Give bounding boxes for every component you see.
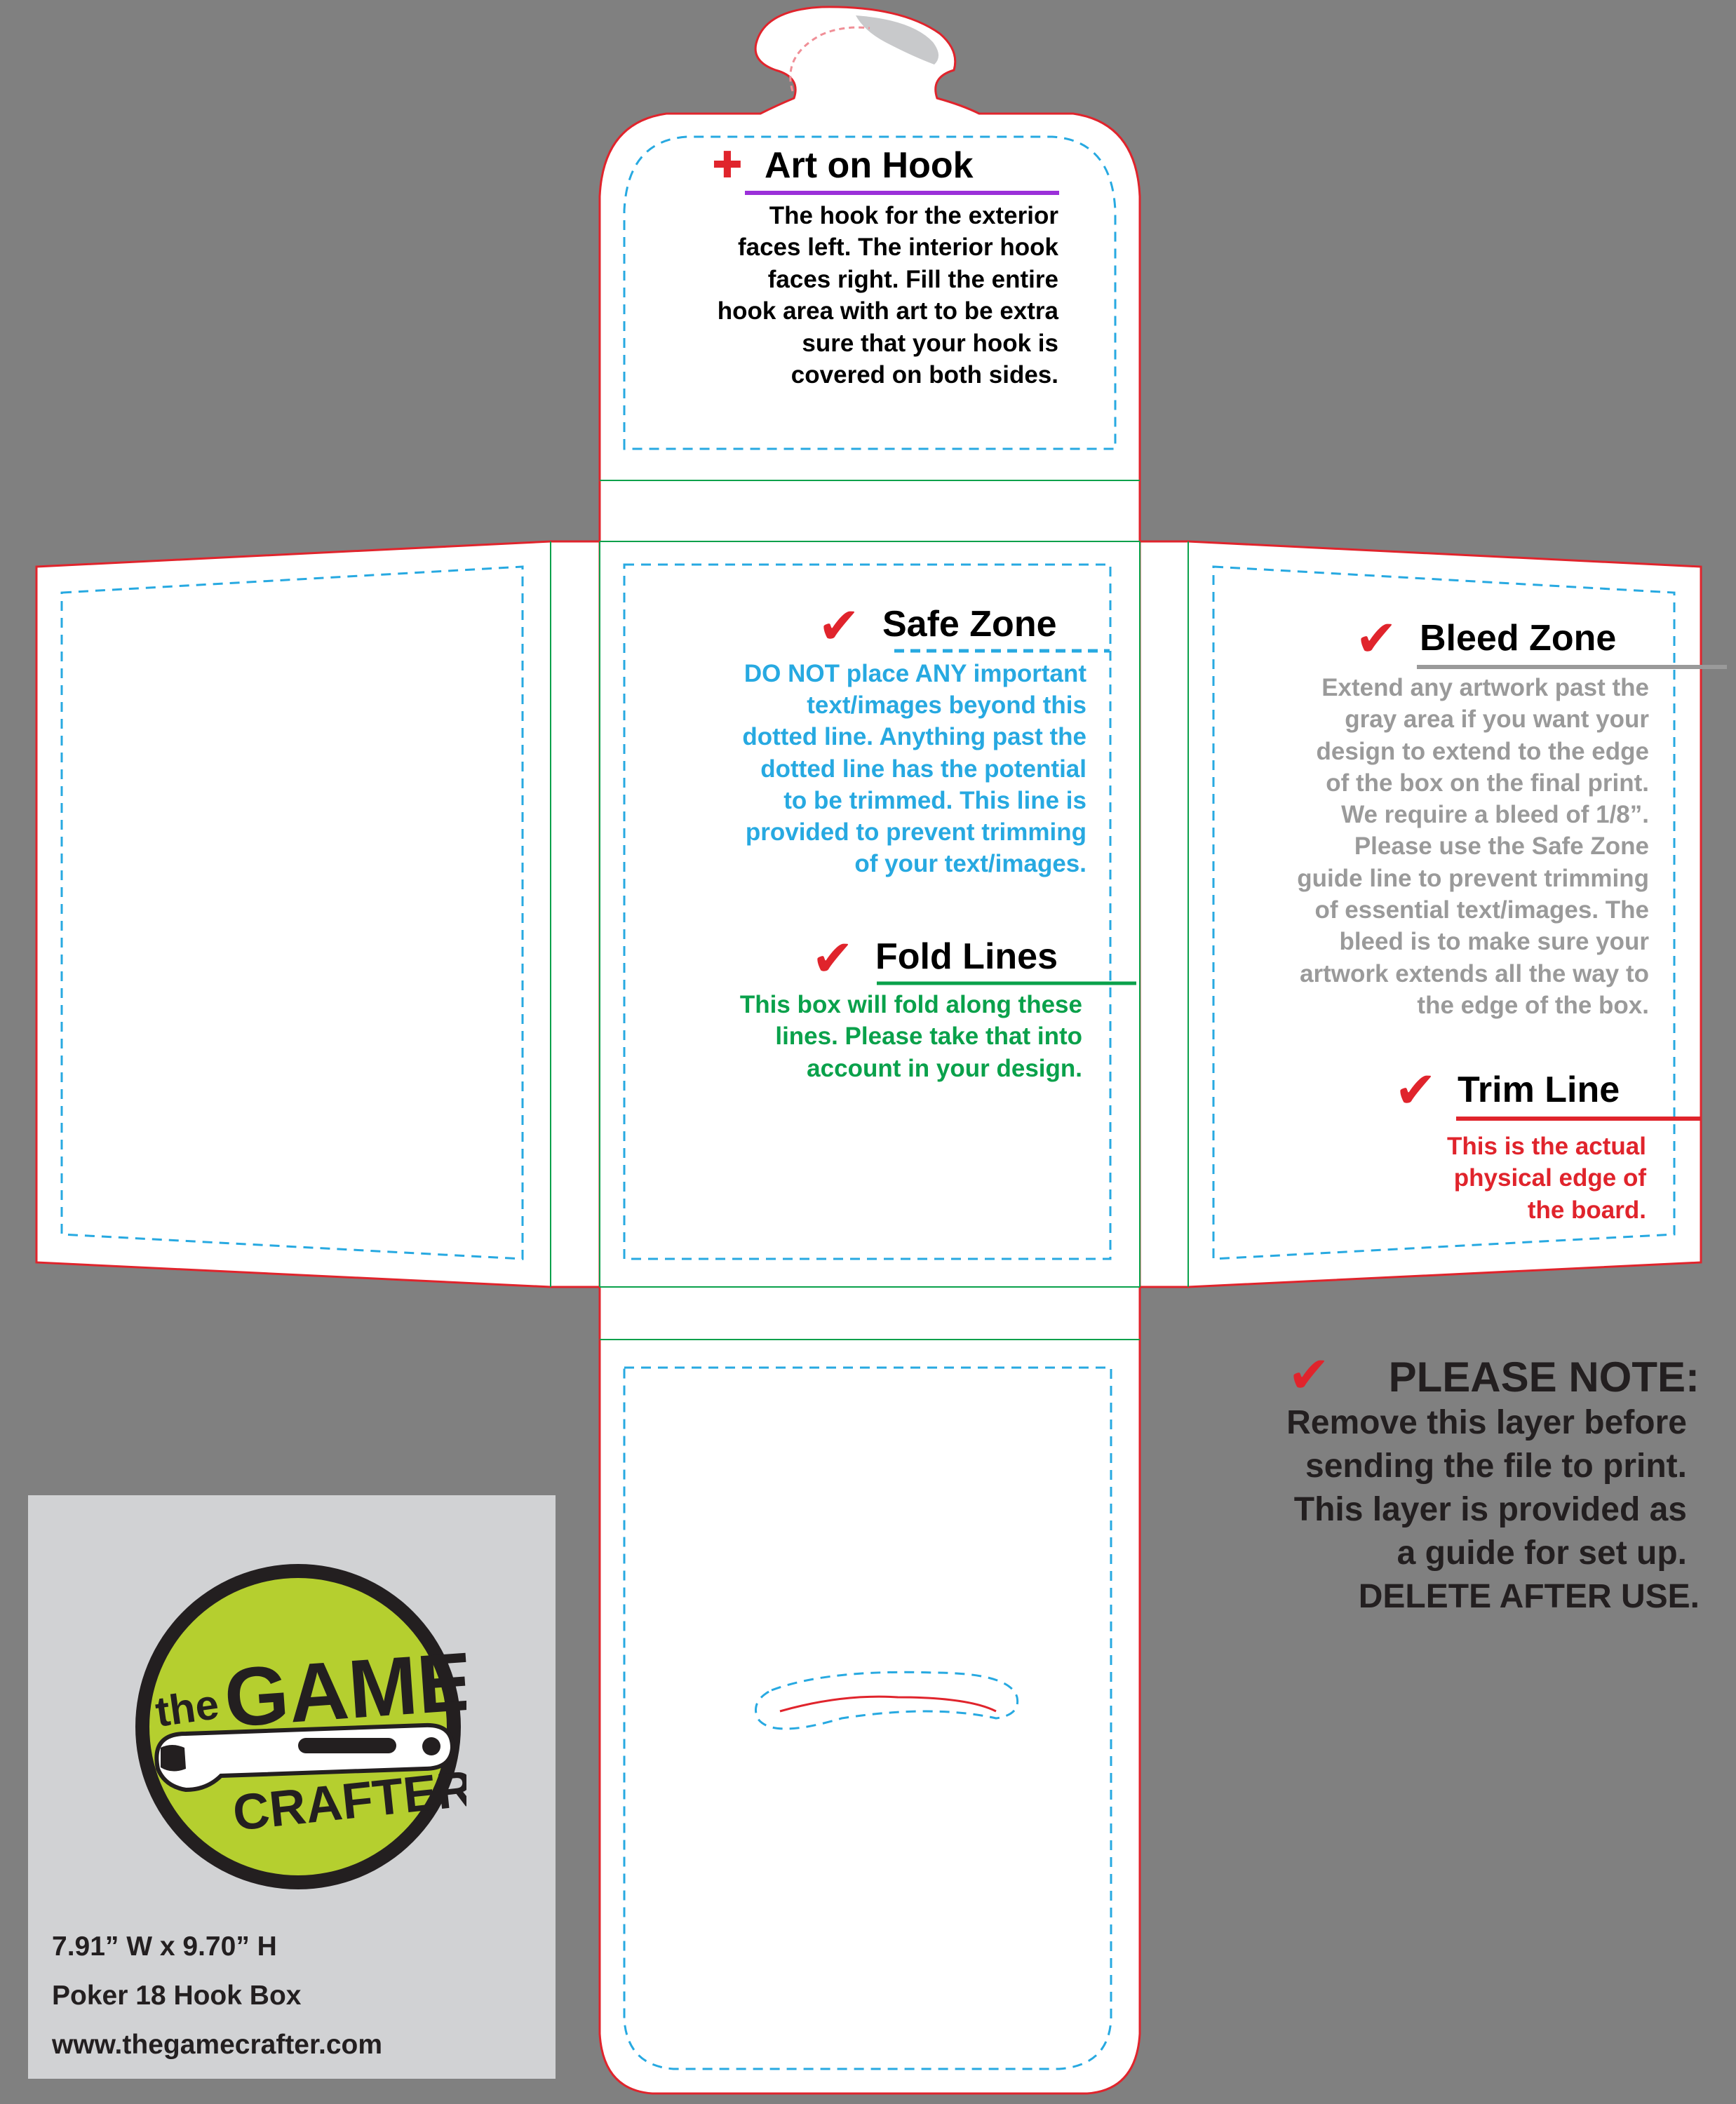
center-panel bbox=[600, 541, 1139, 1287]
product-dimensions: 7.91” W x 9.70” H bbox=[52, 1931, 277, 1962]
please-note-text: Remove this layer before sending the fil… bbox=[1286, 1404, 1700, 1615]
bleed-zone-title: Bleed Zone bbox=[1420, 618, 1617, 659]
trim-line-title: Trim Line bbox=[1458, 1070, 1620, 1110]
check-mark-icon: ✔ bbox=[1394, 1060, 1437, 1119]
check-mark-icon: ✔ bbox=[818, 596, 861, 655]
website-link[interactable]: www.thegamecrafter.com bbox=[52, 2030, 382, 2061]
fold-lines-text: This box will fold along these lines. Pl… bbox=[739, 991, 1082, 1082]
product-name: Poker 18 Hook Box bbox=[52, 1981, 302, 2011]
fold-lines-title: Fold Lines bbox=[875, 936, 1058, 977]
art-on-hook-text: The hook for the exterior faces left. Th… bbox=[717, 202, 1058, 389]
please-note-title: PLEASE NOTE: bbox=[1388, 1354, 1700, 1401]
trim-line-text: This is the actual physical edge of the … bbox=[1447, 1133, 1646, 1224]
game-crafter-logo: the GAME CRAFTER bbox=[135, 1564, 466, 1889]
please-note: PLEASE NOTE: Remove this layer before se… bbox=[1286, 1354, 1700, 1619]
check-mark-icon: ✔ bbox=[1355, 609, 1398, 668]
check-mark-icon: ✔ bbox=[812, 929, 854, 987]
bleed-zone-text: Extend any artwork past the gray area if… bbox=[1297, 674, 1649, 1019]
art-on-hook-title: Art on Hook bbox=[765, 145, 974, 186]
safe-zone-title: Safe Zone bbox=[882, 604, 1057, 645]
logo-panel: the GAME CRAFTER 7.91” W x 9.70” H Poker… bbox=[28, 1495, 556, 2079]
plus-icon: ✚ bbox=[712, 144, 743, 187]
safe-zone-text: DO NOT place ANY important text/images b… bbox=[742, 660, 1086, 878]
logo-word-the: the bbox=[152, 1680, 221, 1736]
bottom-panel bbox=[598, 1287, 1141, 2095]
left-flap bbox=[35, 540, 601, 1288]
